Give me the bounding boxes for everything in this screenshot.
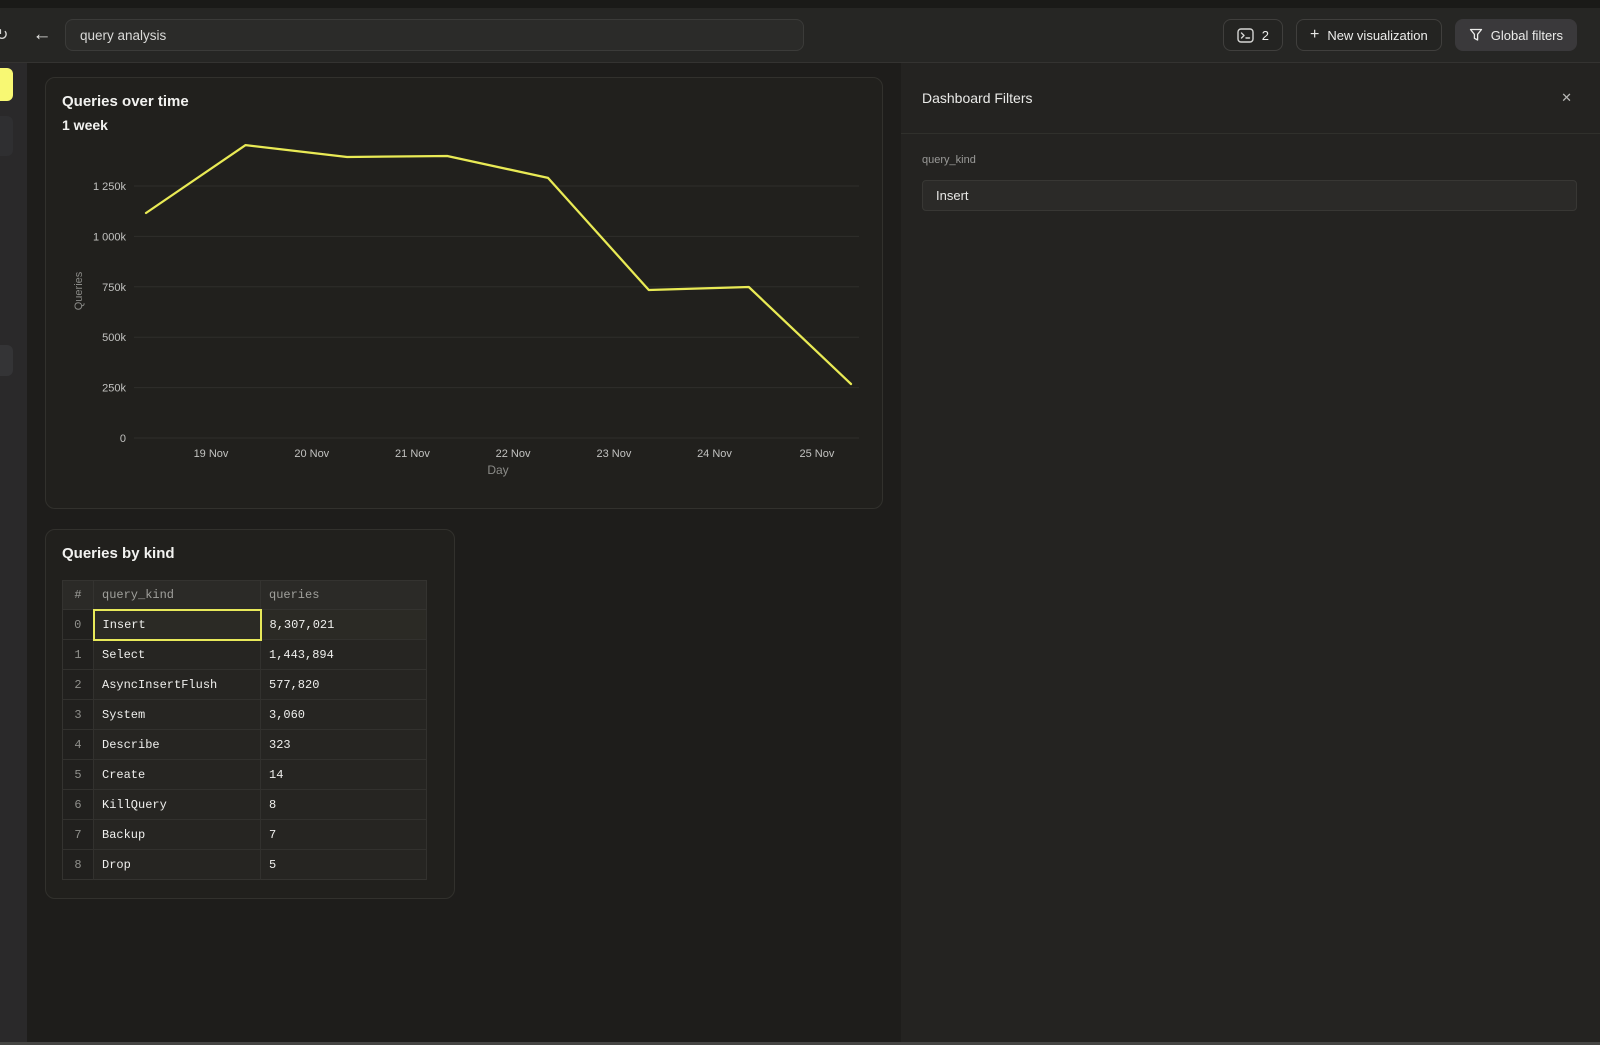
queries-count-cell[interactable]: 323 <box>261 730 427 760</box>
sql-console-count-button[interactable]: 2 <box>1223 19 1283 51</box>
queries-count-cell[interactable]: 5 <box>261 850 427 880</box>
y-axis-tick-label: 500k <box>102 332 126 344</box>
table-title: Queries by kind <box>62 545 175 562</box>
query-kind-cell[interactable]: KillQuery <box>94 790 261 820</box>
x-axis-label: Day <box>487 463 508 477</box>
x-axis-tick-label: 21 Nov <box>395 448 430 460</box>
sidebar-item-card-1[interactable] <box>0 116 13 156</box>
y-axis-tick-label: 250k <box>102 383 126 395</box>
y-axis-tick-label: 0 <box>120 433 126 445</box>
new-visualization-button[interactable]: + New visualization <box>1296 19 1442 51</box>
chart-card-queries-over-time: Queries over time 1 week 0250k500k750k1 … <box>45 77 883 509</box>
query-kind-cell[interactable]: Create <box>94 760 261 790</box>
filters-panel-header: Dashboard Filters ✕ <box>901 63 1600 134</box>
queries-table-body: 0Insert8,307,0211Select1,443,8942AsyncIn… <box>63 610 427 880</box>
back-button[interactable]: ← <box>22 24 62 46</box>
dashboard-filters-panel: Dashboard Filters ✕ query_kind <box>901 63 1600 1045</box>
y-axis-label: Queries <box>73 271 85 310</box>
column-header-query-kind[interactable]: query_kind <box>94 581 261 610</box>
query-kind-cell[interactable]: System <box>94 700 261 730</box>
column-header-queries[interactable]: queries <box>261 581 427 610</box>
dashboard-canvas: Queries over time 1 week 0250k500k750k1 … <box>27 63 901 1045</box>
close-icon[interactable]: ✕ <box>1561 90 1572 106</box>
query-kind-cell[interactable]: Backup <box>94 820 261 850</box>
global-filters-button[interactable]: Global filters <box>1455 19 1577 51</box>
filters-panel-title: Dashboard Filters <box>922 90 1033 106</box>
query-kind-cell[interactable]: Select <box>94 640 261 670</box>
row-index-cell[interactable]: 8 <box>63 850 94 880</box>
row-index-cell[interactable]: 3 <box>63 700 94 730</box>
terminal-icon <box>1237 28 1254 43</box>
y-axis-tick-label: 750k <box>102 282 126 294</box>
query-kind-cell[interactable]: AsyncInsertFlush <box>94 670 261 700</box>
topbar: ↻ ← 2 + New visualization Global filters <box>0 8 1600 63</box>
row-index-cell[interactable]: 0 <box>63 610 94 640</box>
table-row: 0Insert8,307,021 <box>63 610 427 640</box>
funnel-icon <box>1469 28 1483 42</box>
table-header-row: # query_kind queries <box>63 581 427 610</box>
queries-count-cell[interactable]: 1,443,894 <box>261 640 427 670</box>
row-index-cell[interactable]: 5 <box>63 760 94 790</box>
console-count: 2 <box>1262 28 1269 43</box>
row-index-cell[interactable]: 6 <box>63 790 94 820</box>
x-axis-tick-label: 24 Nov <box>697 448 732 460</box>
row-index-cell[interactable]: 1 <box>63 640 94 670</box>
queries-count-cell[interactable]: 8 <box>261 790 427 820</box>
table-row: 7Backup7 <box>63 820 427 850</box>
table-card-queries-by-kind: Queries by kind # query_kind queries 0In… <box>45 529 455 899</box>
x-axis-tick-label: 22 Nov <box>496 448 531 460</box>
y-axis-tick-label: 1 250k <box>93 181 127 193</box>
queries-series-line <box>146 145 851 384</box>
x-axis-tick-label: 23 Nov <box>597 448 632 460</box>
table-row: 4Describe323 <box>63 730 427 760</box>
sidebar-item-yellow-swatch[interactable] <box>0 68 13 101</box>
filter-field-label: query_kind <box>922 154 976 166</box>
history-refresh-icon[interactable]: ↻ <box>0 25 17 45</box>
table-row: 6KillQuery8 <box>63 790 427 820</box>
queries-count-cell[interactable]: 14 <box>261 760 427 790</box>
table-row: 8Drop5 <box>63 850 427 880</box>
column-header-index[interactable]: # <box>63 581 94 610</box>
x-axis-tick-label: 25 Nov <box>800 448 835 460</box>
queries-by-kind-table: # query_kind queries 0Insert8,307,0211Se… <box>62 580 427 880</box>
x-axis-tick-label: 19 Nov <box>194 448 229 460</box>
row-index-cell[interactable]: 7 <box>63 820 94 850</box>
query-kind-filter-input[interactable] <box>922 180 1577 211</box>
table-row: 3System3,060 <box>63 700 427 730</box>
app-root: ↻ ← 2 + New visualization Global filters <box>0 0 1600 1045</box>
queries-count-cell[interactable]: 3,060 <box>261 700 427 730</box>
new-visualization-label: New visualization <box>1327 28 1427 43</box>
queries-count-cell[interactable]: 8,307,021 <box>261 610 427 640</box>
chart-title: Queries over time <box>62 93 189 110</box>
queries-line-chart[interactable]: 0 250k 500k 750k 1 000k 1 250k 19 Nov 20 Nov 21 … <box>46 128 884 510</box>
x-axis-tick-label: 20 Nov <box>294 448 329 460</box>
row-index-cell[interactable]: 4 <box>63 730 94 760</box>
window-top-edge <box>0 0 1600 8</box>
query-kind-cell[interactable]: Describe <box>94 730 261 760</box>
table-row: 2AsyncInsertFlush577,820 <box>63 670 427 700</box>
left-sidebar-strip <box>0 63 27 1045</box>
query-kind-cell[interactable]: Insert <box>94 610 261 640</box>
sidebar-item-card-2[interactable] <box>0 345 13 376</box>
queries-count-cell[interactable]: 7 <box>261 820 427 850</box>
row-index-cell[interactable]: 2 <box>63 670 94 700</box>
dashboard-title-input[interactable] <box>65 19 804 51</box>
y-axis-tick-label: 1 000k <box>93 231 127 243</box>
global-filters-label: Global filters <box>1491 28 1563 43</box>
query-kind-cell[interactable]: Drop <box>94 850 261 880</box>
table-row: 1Select1,443,894 <box>63 640 427 670</box>
table-row: 5Create14 <box>63 760 427 790</box>
queries-count-cell[interactable]: 577,820 <box>261 670 427 700</box>
plus-icon: + <box>1310 27 1319 43</box>
